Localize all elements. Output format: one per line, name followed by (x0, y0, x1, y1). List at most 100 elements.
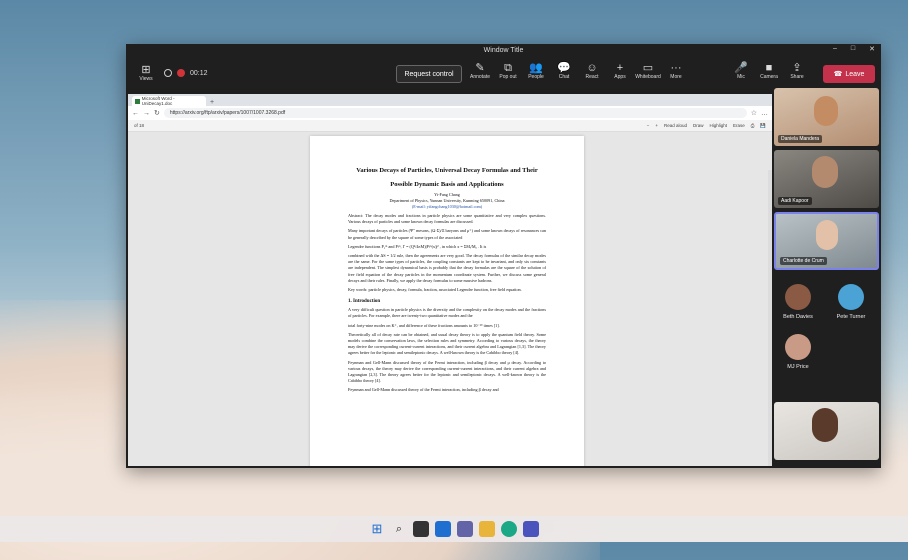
paper-title-line-2: Possible Dynamic Basis and Applications (390, 181, 504, 188)
teams-icon[interactable] (523, 521, 539, 537)
pop-out-button[interactable]: ⧉ Pop out (494, 62, 522, 80)
views-button[interactable]: ⊞ Views (132, 64, 160, 82)
print-icon[interactable]: ⎙ (751, 123, 755, 128)
chat-button[interactable]: 💬 Chat (550, 62, 578, 80)
favorites-icon[interactable]: ☆ (751, 109, 757, 117)
leave-button[interactable]: ☎ Leave (823, 65, 875, 83)
close-icon[interactable]: ✕ (869, 45, 875, 53)
page-count: of 18 (134, 123, 145, 128)
window-title: Window Title (483, 46, 524, 54)
section-heading: 1. Introduction (348, 299, 381, 305)
intro-paragraph: Feynman and Gell-Mann discussed theory o… (348, 387, 499, 393)
shared-browser-window: Microsoft Word - UniDecay1.doc + ← → ↻ h… (128, 94, 772, 466)
paper-email: (E-mail: yifangchang1030@hotmail.com) (411, 204, 483, 209)
browser-tab[interactable]: Microsoft Word - UniDecay1.doc (132, 96, 206, 106)
apps-icon: + (616, 62, 624, 74)
teams-chat-icon[interactable] (457, 521, 473, 537)
participant-video-tile[interactable]: Aadi Kapoor (774, 150, 879, 208)
whiteboard-icon: ▭ (642, 62, 654, 74)
apps-button[interactable]: + Apps (606, 62, 634, 80)
avatar[interactable] (838, 284, 864, 310)
forward-icon[interactable]: → (143, 110, 150, 117)
taskbar: ⊞ ⌕ (0, 516, 908, 542)
new-tab-icon[interactable]: + (210, 99, 214, 106)
people-icon: 👥 (529, 62, 543, 74)
read-aloud-button[interactable]: Read aloud (664, 123, 687, 128)
camera-icon: ■ (765, 62, 773, 74)
paper-title-line-1: Various Decays of Particles, Universal D… (356, 167, 538, 174)
refresh-icon[interactable]: ↻ (154, 109, 160, 117)
title-bar: Window Title – □ ✕ (126, 44, 881, 56)
erase-button[interactable]: Erase (733, 123, 745, 128)
search-icon[interactable]: ⌕ (391, 521, 407, 537)
mic-icon: 🎤 (734, 62, 748, 74)
maximize-icon[interactable]: □ (851, 45, 855, 53)
draw-button[interactable]: Draw (693, 123, 704, 128)
zoom-out-icon[interactable]: − (647, 123, 650, 128)
share-button[interactable]: ⇪ Share (783, 62, 811, 80)
pdf-favicon-icon (135, 98, 140, 104)
meeting-status: 00:12 (164, 69, 208, 77)
participant-video (812, 156, 838, 188)
avatar[interactable] (785, 284, 811, 310)
widgets-icon[interactable] (435, 521, 451, 537)
mic-button[interactable]: 🎤 Mic (727, 62, 755, 80)
more-button[interactable]: ··· More (662, 62, 690, 80)
abstract-paragraph: Abstract: The decay modes and fractions … (348, 213, 546, 225)
share-icon: ⇪ (792, 62, 802, 74)
participant-video (816, 220, 838, 250)
task-view-icon[interactable] (413, 521, 429, 537)
zoom-in-icon[interactable]: + (655, 123, 658, 128)
participants-panel: Daniela Mandera Aadi Kapoor Charlotte de… (774, 88, 879, 462)
pen-icon: ✎ (475, 62, 485, 74)
abstract-paragraph: Many important decays of particles (Ψ′′ … (348, 228, 546, 240)
participant-video-tile-active[interactable]: Charlotte de Crum (774, 212, 879, 270)
participant-video-tile[interactable]: Daniela Mandera (774, 88, 879, 146)
edge-icon[interactable] (501, 521, 517, 537)
meeting-toolbar: ⊞ Views 00:12 Request control ✎ Annotate ⧉… (126, 56, 881, 90)
pdf-toolbar: of 18 − + Read aloud Draw Highlight Eras… (128, 120, 772, 132)
request-control-button[interactable]: Request control (396, 65, 462, 83)
pdf-page: Various Decays of Particles, Universal D… (310, 136, 584, 466)
recording-icon (177, 69, 185, 77)
shield-icon (164, 69, 172, 77)
camera-button[interactable]: ■ Camera (755, 62, 783, 80)
highlight-button[interactable]: Highlight (710, 123, 728, 128)
intro-paragraph: A very difficult question in particle ph… (348, 307, 546, 319)
avatar[interactable] (785, 334, 811, 360)
grid-icon: ⊞ (141, 64, 151, 76)
self-video (812, 408, 838, 442)
start-icon[interactable]: ⊞ (369, 521, 385, 537)
file-explorer-icon[interactable] (479, 521, 495, 537)
intro-paragraph: total forty-nine modes on K⁺, and differ… (348, 322, 500, 328)
meeting-timer: 00:12 (190, 69, 208, 77)
pdf-viewer[interactable]: Various Decays of Particles, Universal D… (128, 132, 772, 466)
whiteboard-button[interactable]: ▭ Whiteboard (634, 62, 662, 80)
browser-tab-strip: Microsoft Word - UniDecay1.doc + (128, 94, 772, 106)
teams-window: Window Title – □ ✕ ⊞ Views 00:12 Request … (126, 44, 881, 468)
intro-paragraph: Feynman and Gell-Mann discussed theory o… (348, 359, 546, 384)
people-button[interactable]: 👥 People (522, 62, 550, 80)
abstract-paragraph: combined with the ΔS = 1/2 rule, then th… (348, 253, 546, 283)
settings-icon[interactable]: … (761, 110, 768, 117)
abstract-formula: Legendre functions P₁ᵐ and Pₗᵐ, Γ = (Q²/… (348, 243, 487, 249)
pdf-scrollbar[interactable] (768, 170, 772, 466)
address-bar-row: ← → ↻ https://arxiv.org/ftp/arxiv/papers… (128, 106, 772, 120)
react-button[interactable]: ☺ React (578, 62, 606, 80)
self-video-tile[interactable] (774, 402, 879, 460)
react-icon: ☺ (586, 62, 598, 74)
annotate-button[interactable]: ✎ Annotate (466, 62, 494, 80)
participant-name: MJ Price (787, 364, 809, 370)
minimize-icon[interactable]: – (833, 45, 837, 53)
address-input[interactable]: https://arxiv.org/ftp/arxiv/papers/1007/… (163, 108, 747, 118)
participant-name: Pete Turner (836, 314, 866, 320)
back-icon[interactable]: ← (132, 110, 139, 117)
intro-paragraph: Theoretically all of decay rate can be o… (348, 331, 546, 356)
keywords: Key words: particle physics, decay, form… (348, 287, 522, 293)
phone-icon: ☎ (833, 71, 843, 78)
save-icon[interactable]: 💾 (760, 123, 766, 129)
popout-icon: ⧉ (504, 62, 512, 74)
participant-video (814, 96, 838, 126)
participant-name: Beth Davies (783, 314, 813, 320)
chat-icon: 💬 (557, 62, 571, 74)
